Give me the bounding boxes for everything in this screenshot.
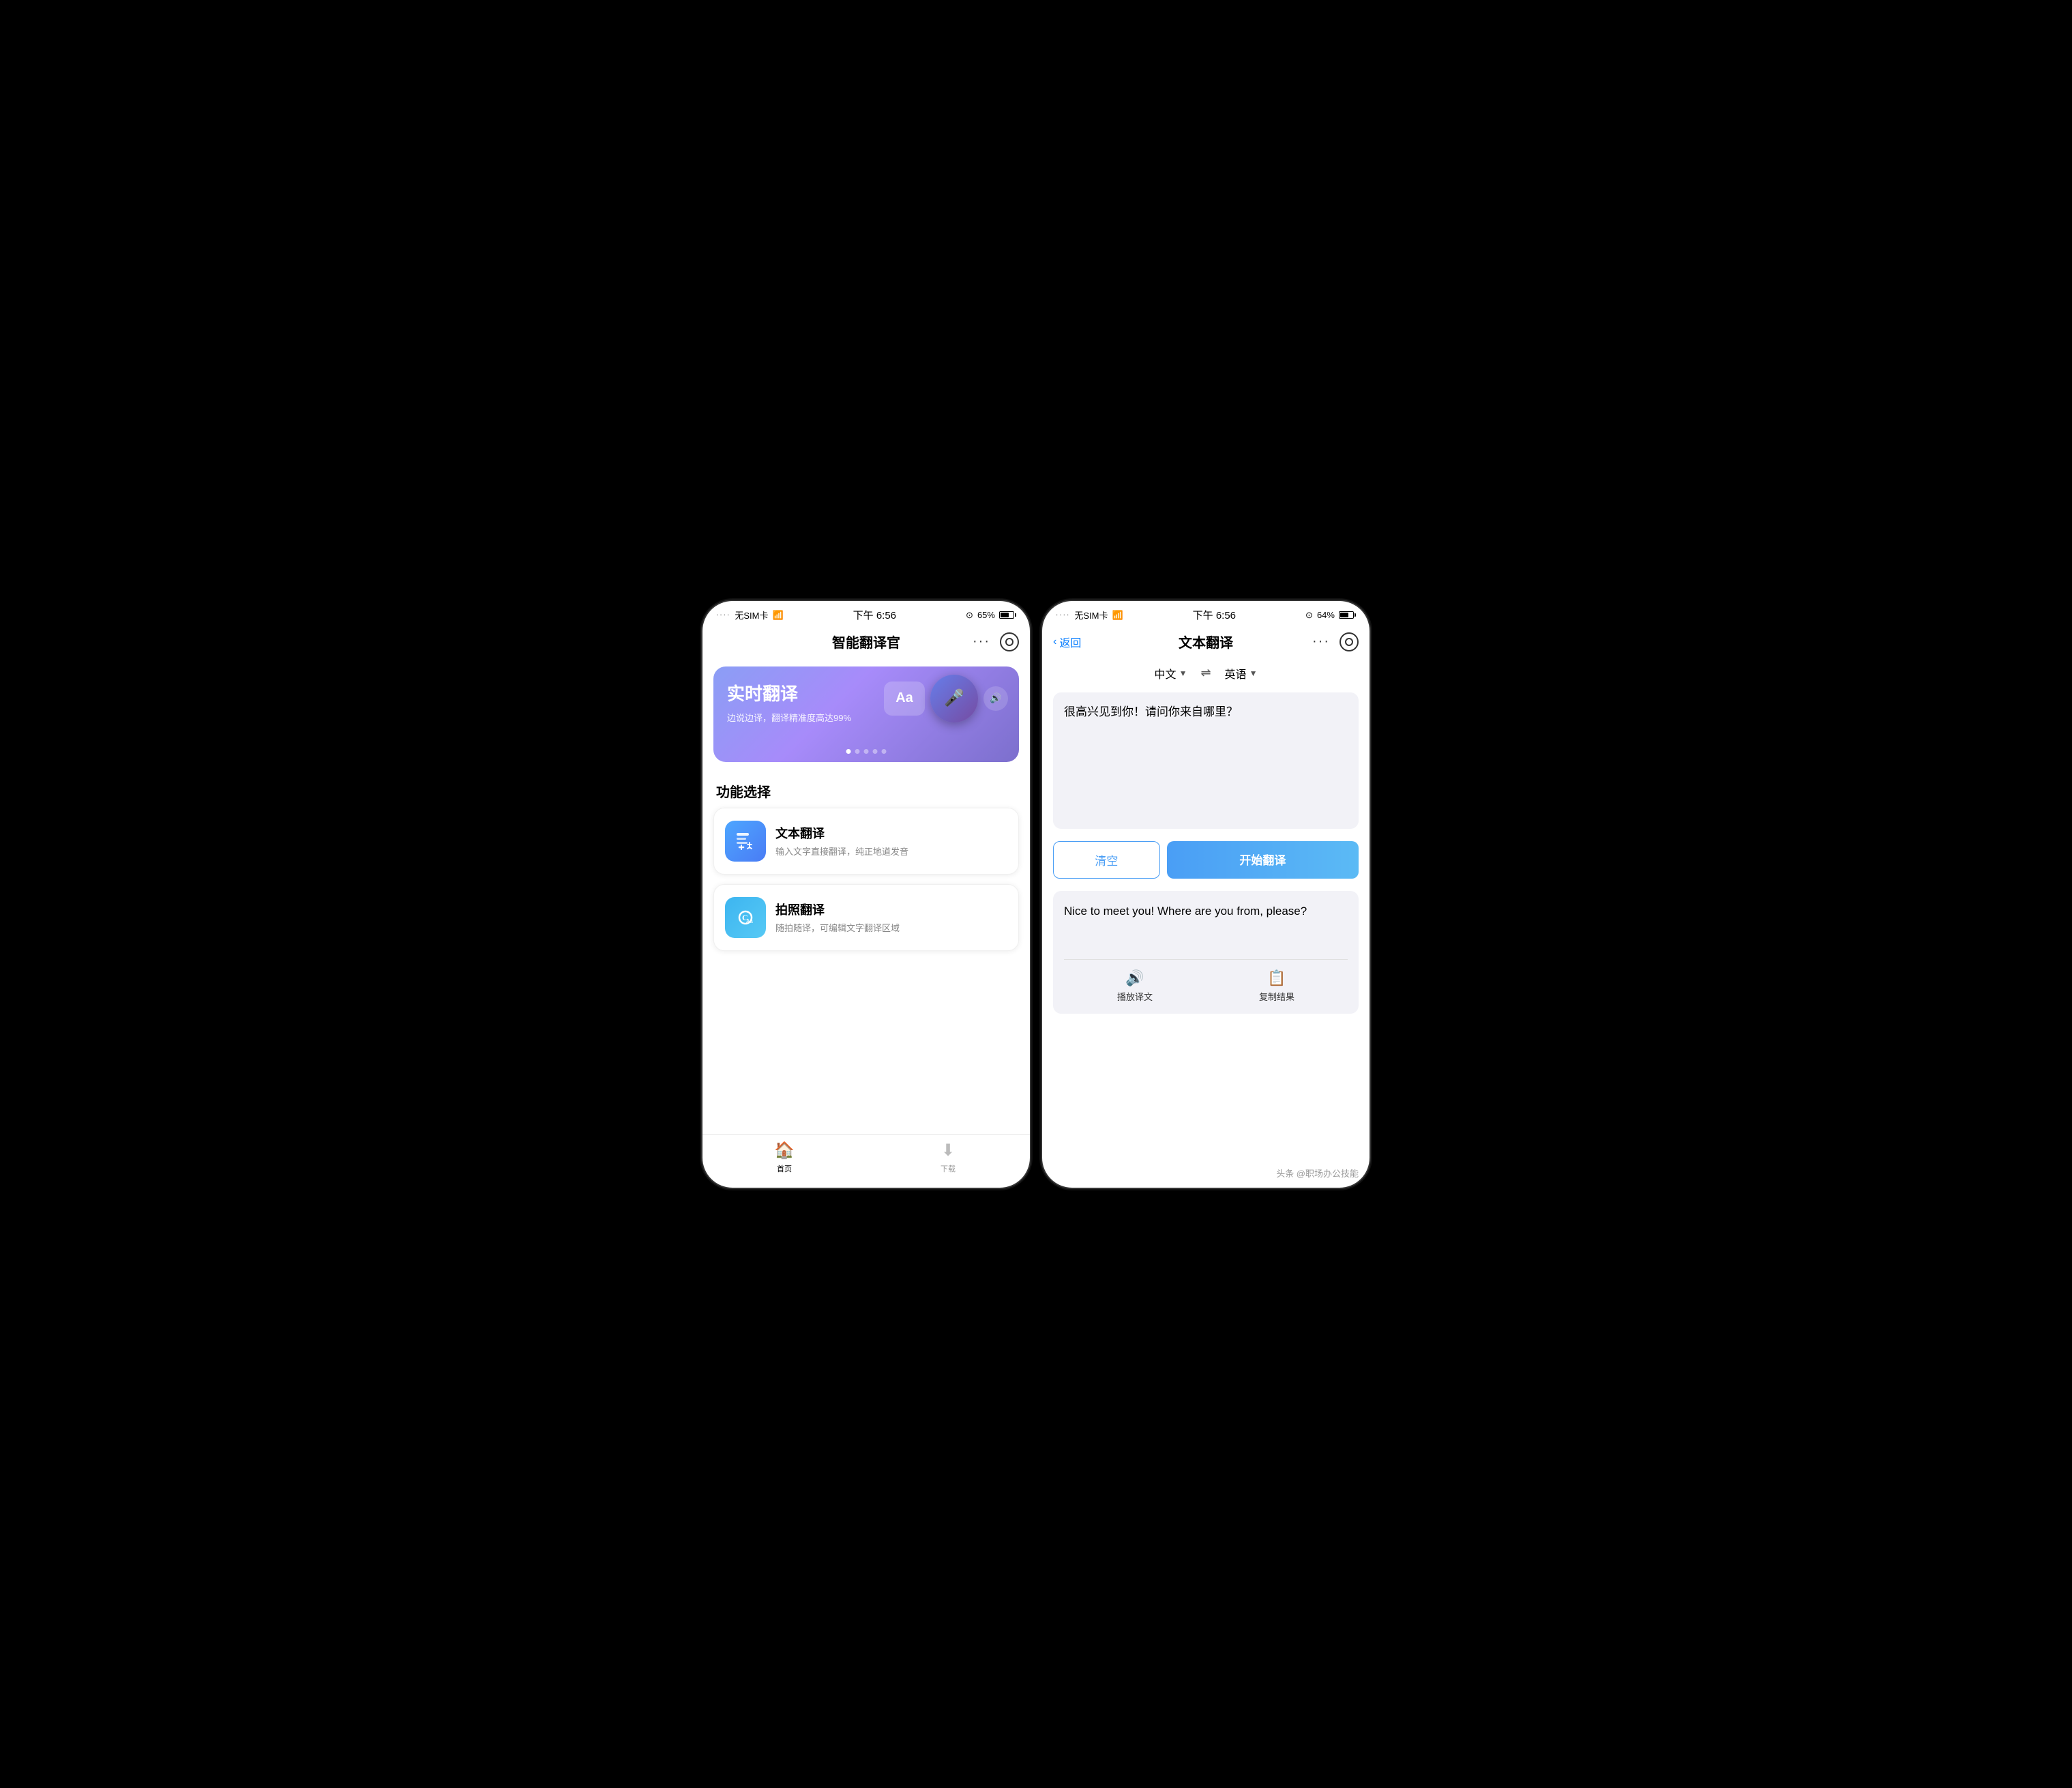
dot-3 [864, 749, 869, 754]
wifi-icon-right: 📶 [1112, 610, 1123, 621]
source-lang-btn[interactable]: 中文 ▼ [1155, 665, 1187, 682]
banner-sound-icon: 🔊 [983, 686, 1008, 711]
watermark: 头条 @职场办公技能 [1276, 1167, 1359, 1179]
text-translate-info: 文本翻译 输入文字直接翻译，纯正地道发音 [775, 824, 908, 858]
circle-icon-left: ⊙ [966, 610, 973, 621]
phones-container: ···· 无SIM卡 📶 下午 6:56 ⊙ 65% 智能翻译官 ··· [702, 601, 1370, 1188]
svg-text:Aa: Aa [746, 918, 753, 924]
dot-2 [855, 749, 860, 754]
right-nav-bar: ‹ 返回 文本翻译 ··· [1042, 626, 1370, 658]
tab-bar-left: 🏠 首页 ⬇ 下载 [702, 1134, 1030, 1188]
copy-icon: 📋 [1267, 969, 1286, 987]
source-lang-label[interactable]: 中文 [1155, 665, 1176, 682]
target-lang-label[interactable]: 英语 [1225, 665, 1247, 682]
no-sim-label-right: 无SIM卡 [1074, 609, 1108, 621]
play-label: 播放译文 [1117, 990, 1153, 1003]
translate-button[interactable]: 开始翻译 [1167, 841, 1359, 879]
left-nav-icons[interactable]: ··· [973, 632, 1019, 651]
back-label[interactable]: 返回 [1059, 634, 1081, 650]
text-translate-title: 文本翻译 [775, 824, 908, 842]
translate-input-text[interactable]: 很高兴见到你！请问你来自哪里？ [1064, 703, 1348, 721]
banner-dots [846, 749, 887, 754]
no-sim-label: 无SIM卡 [735, 609, 768, 621]
photo-translate-info: 拍照翻译 随拍随译，可编辑文字翻译区域 [775, 900, 900, 934]
home-tab-label: 首页 [777, 1163, 792, 1174]
signal-dots-right: ···· [1056, 611, 1070, 619]
banner[interactable]: 实时翻译 边说边译，翻译精准度高达99% Aa 🎤 🔊 [713, 666, 1019, 762]
text-translate-icon [725, 821, 766, 862]
section-title: 功能选择 [702, 770, 1030, 808]
left-status-bar: ···· 无SIM卡 📶 下午 6:56 ⊙ 65% [702, 601, 1030, 626]
chevron-left-icon: ‹ [1053, 636, 1056, 648]
left-phone: ···· 无SIM卡 📶 下午 6:56 ⊙ 65% 智能翻译官 ··· [702, 601, 1030, 1188]
signal-dots: ···· [716, 611, 730, 619]
left-nav-bar: 智能翻译官 ··· [702, 626, 1030, 658]
target-icon-right[interactable] [1340, 632, 1359, 651]
target-lang-arrow: ▼ [1249, 669, 1258, 678]
translate-result-area: Nice to meet you! Where are you from, pl… [1053, 891, 1359, 1014]
banner-graphic: Aa 🎤 🔊 [884, 675, 1008, 722]
battery-pct-right: 64% [1317, 610, 1335, 620]
battery-pct-left: 65% [977, 610, 995, 620]
photo-translate-title: 拍照翻译 [775, 900, 900, 918]
source-lang-arrow: ▼ [1179, 669, 1187, 678]
translate-input-area[interactable]: 很高兴见到你！请问你来自哪里？ [1053, 692, 1359, 829]
swap-lang-icon[interactable]: ⇌ [1200, 666, 1211, 680]
download-tab-label: 下载 [941, 1163, 956, 1174]
target-icon-left[interactable] [1000, 632, 1019, 651]
clear-button[interactable]: 清空 [1053, 841, 1160, 879]
right-nav-title: 文本翻译 [1179, 632, 1233, 651]
feature-card-photo-translate[interactable]: C Aa 拍照翻译 随拍随译，可编辑文字翻译区域 [713, 884, 1019, 951]
tab-home[interactable]: 🏠 首页 [702, 1141, 866, 1174]
banner-aa: Aa [884, 682, 925, 716]
feature-card-text-translate[interactable]: 文本翻译 输入文字直接翻译，纯正地道发音 [713, 808, 1019, 875]
dot-1 [846, 749, 851, 754]
right-status-bar: ···· 无SIM卡 📶 下午 6:56 ⊙ 64% [1042, 601, 1370, 626]
target-lang-btn[interactable]: 英语 ▼ [1225, 665, 1258, 682]
translate-result-text: Nice to meet you! Where are you from, pl… [1064, 902, 1348, 948]
left-nav-title: 智能翻译官 [832, 632, 900, 651]
text-translate-subtitle: 输入文字直接翻译，纯正地道发音 [775, 845, 908, 858]
download-tab-icon: ⬇ [941, 1141, 955, 1160]
more-icon-left[interactable]: ··· [973, 634, 990, 649]
photo-translate-subtitle: 随拍随译，可编辑文字翻译区域 [775, 921, 900, 934]
circle-icon-right: ⊙ [1305, 610, 1313, 621]
banner-mic: 🎤 [930, 675, 978, 722]
back-button[interactable]: ‹ 返回 [1053, 634, 1081, 650]
play-button[interactable]: 🔊 播放译文 [1117, 969, 1153, 1003]
translate-actions: 清空 开始翻译 [1053, 841, 1359, 879]
copy-label: 复制结果 [1259, 990, 1294, 1003]
home-tab-icon: 🏠 [774, 1141, 795, 1160]
battery-icon-right [1339, 611, 1356, 619]
right-phone: ···· 无SIM卡 📶 下午 6:56 ⊙ 64% ‹ 返回 [1042, 601, 1370, 1188]
play-icon: 🔊 [1125, 969, 1144, 987]
dot-4 [873, 749, 878, 754]
photo-translate-icon: C Aa [725, 897, 766, 938]
more-icon-right[interactable]: ··· [1312, 634, 1330, 649]
mic-inner-icon: 🎤 [944, 688, 964, 708]
right-time: 下午 6:56 [1193, 608, 1236, 622]
dot-5 [882, 749, 887, 754]
left-time: 下午 6:56 [853, 608, 896, 622]
wifi-icon: 📶 [772, 610, 783, 621]
lang-bar: 中文 ▼ ⇌ 英语 ▼ [1042, 658, 1370, 687]
tab-download[interactable]: ⬇ 下载 [866, 1141, 1030, 1174]
result-actions: 🔊 播放译文 📋 复制结果 [1064, 959, 1348, 1003]
battery-icon-left [999, 611, 1016, 619]
right-nav-icons[interactable]: ··· [1312, 632, 1359, 651]
copy-button[interactable]: 📋 复制结果 [1259, 969, 1294, 1003]
